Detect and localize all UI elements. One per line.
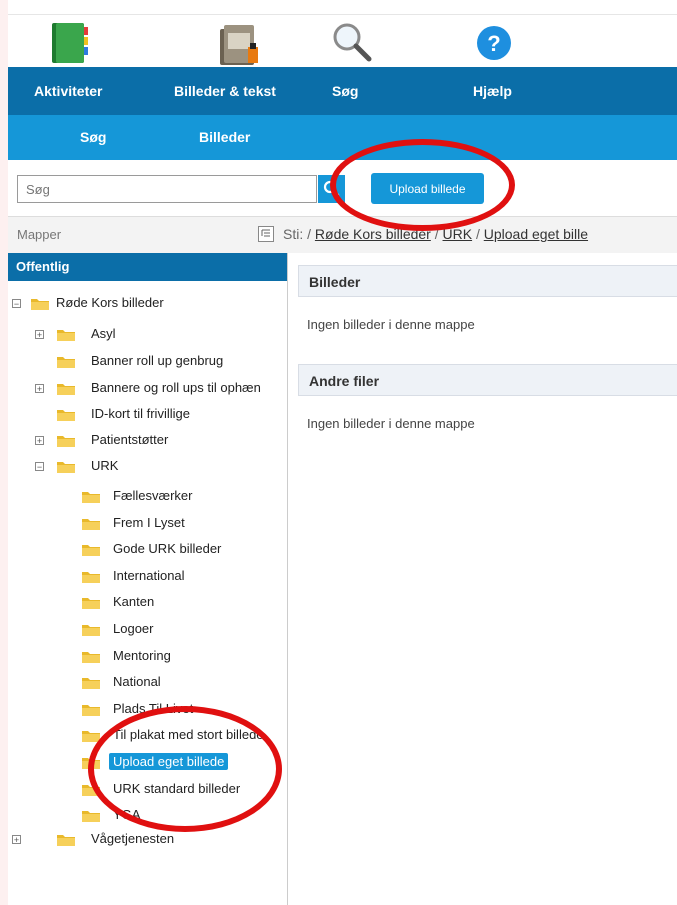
tree-expander-l1-0[interactable]: + (35, 330, 44, 340)
folder-icon[interactable] (216, 21, 264, 67)
nav-hjaelp[interactable]: Hjælp (473, 67, 512, 115)
help-icon[interactable]: ? (474, 21, 514, 65)
tree-item-label: URK (91, 458, 119, 473)
tree-item-label: Logoer (113, 621, 154, 636)
tree-item-l1-0[interactable]: Asyl (91, 324, 116, 344)
tree-item-urk-7[interactable]: National (113, 672, 161, 692)
folder-icon (81, 808, 101, 823)
tree-item-urk-0[interactable]: Fællesværker (113, 486, 192, 506)
tree-item-l1-1[interactable]: Banner roll up genbrug (91, 351, 223, 371)
tree-item-urk-4[interactable]: Kanten (113, 592, 154, 612)
tree-item-label: Mentoring (113, 648, 171, 663)
app-window: ? Aktiviteter Billeder & tekst Søg Hjælp… (8, 0, 677, 905)
folder-icon (81, 569, 101, 584)
folder-icon (81, 542, 101, 557)
tree-item-label: Vågetjenesten (91, 831, 175, 846)
breadcrumb-upload-eget[interactable]: Upload eget bille (484, 226, 588, 242)
images-empty-message: Ingen billeder i denne mappe (307, 317, 475, 332)
files-empty-message: Ingen billeder i denne mappe (307, 416, 475, 431)
folder-icon (81, 595, 101, 610)
tree-item-label: Patientstøtter (91, 432, 169, 447)
sub-nav: Søg Billeder (8, 115, 677, 160)
tree-view-icon[interactable] (258, 226, 274, 242)
tree-expander-l1-5[interactable]: − (35, 462, 44, 472)
tree-item-label: ID-kort til frivillige (91, 406, 190, 421)
folder-icon (30, 296, 50, 311)
tree-item-roede-kors[interactable]: Røde Kors billeder (56, 293, 164, 313)
subnav-soeg[interactable]: Søg (80, 115, 106, 160)
tree-item-label: Bannere og roll ups til ophæn (91, 380, 261, 395)
tree-expander-l1-2[interactable]: + (35, 384, 44, 394)
folder-icon (81, 489, 101, 504)
folder-icon (81, 649, 101, 664)
main-nav: Aktiviteter Billeder & tekst Søg Hjælp (8, 67, 677, 115)
tree-item-label: Fællesværker (113, 488, 193, 503)
tree-item-urk-5[interactable]: Logoer (113, 619, 153, 639)
annotation-circle (88, 706, 282, 832)
tree-item-l1-2[interactable]: Bannere og roll ups til ophæn (91, 378, 261, 398)
folder-icon (56, 381, 76, 396)
folder-icon (81, 622, 101, 637)
top-strip (8, 0, 677, 15)
files-section-header: Andre filer (298, 364, 677, 396)
folder-icon (81, 702, 101, 717)
content-panel: Billeder Ingen billeder i denne mappe An… (288, 253, 677, 905)
tree-item-urk-6[interactable]: Mentoring (113, 646, 171, 666)
tree-item-label: Røde Kors billeder (56, 295, 164, 310)
folder-icon (56, 433, 76, 448)
tree-item-label: International (113, 568, 185, 583)
nav-billeder-tekst[interactable]: Billeder & tekst (174, 67, 276, 115)
folder-icon (56, 459, 76, 474)
folder-icon (81, 516, 101, 531)
breadcrumb-separator: / (475, 226, 480, 242)
svg-text:?: ? (487, 31, 500, 56)
tree-item-label: Kanten (113, 594, 155, 609)
folder-icon (56, 327, 76, 342)
book-icon[interactable] (48, 21, 96, 65)
magnifier-icon[interactable] (329, 21, 375, 65)
tree-item-label: Asyl (91, 326, 116, 341)
tree-item-l1-5[interactable]: URK (91, 456, 118, 476)
tree-item-label: Gode URK billeder (113, 541, 222, 556)
tree-expander-roede-kors[interactable]: − (12, 299, 21, 309)
folder-icon (56, 832, 76, 847)
mapper-label: Mapper (17, 227, 62, 242)
tree-item-urk-3[interactable]: International (113, 566, 185, 586)
tree-item-label: Banner roll up genbrug (91, 353, 224, 368)
subnav-billeder[interactable]: Billeder (199, 115, 250, 160)
path-row: Mapper Sti: / Røde Kors billeder / URK /… (8, 217, 677, 253)
tree-item-vaagetjenesten[interactable]: Vågetjenesten (91, 829, 174, 849)
tree-item-urk-2[interactable]: Gode URK billeder (113, 539, 221, 559)
tree-item-l1-4[interactable]: Patientstøtter (91, 430, 168, 450)
folder-icon (81, 675, 101, 690)
breadcrumb-prefix: Sti: / (283, 226, 312, 242)
nav-soeg[interactable]: Søg (332, 67, 358, 115)
nav-icon-row: ? (8, 15, 677, 67)
tree-item-l1-3[interactable]: ID-kort til frivillige (91, 404, 190, 424)
tree-item-urk-1[interactable]: Frem I Lyset (113, 513, 185, 533)
annotation-circle (330, 139, 515, 231)
folder-icon (56, 354, 76, 369)
nav-aktiviteter[interactable]: Aktiviteter (34, 67, 102, 115)
tree-expander-vaagetjenesten[interactable]: + (12, 835, 21, 845)
tree-expander-l1-4[interactable]: + (35, 436, 44, 446)
search-input[interactable] (17, 175, 317, 203)
tree-item-label: Frem I Lyset (113, 515, 185, 530)
tree-item-label: National (113, 674, 161, 689)
images-section-header: Billeder (298, 265, 677, 297)
folder-icon (56, 407, 76, 422)
tree-header-offentlig[interactable]: Offentlig (8, 253, 287, 281)
